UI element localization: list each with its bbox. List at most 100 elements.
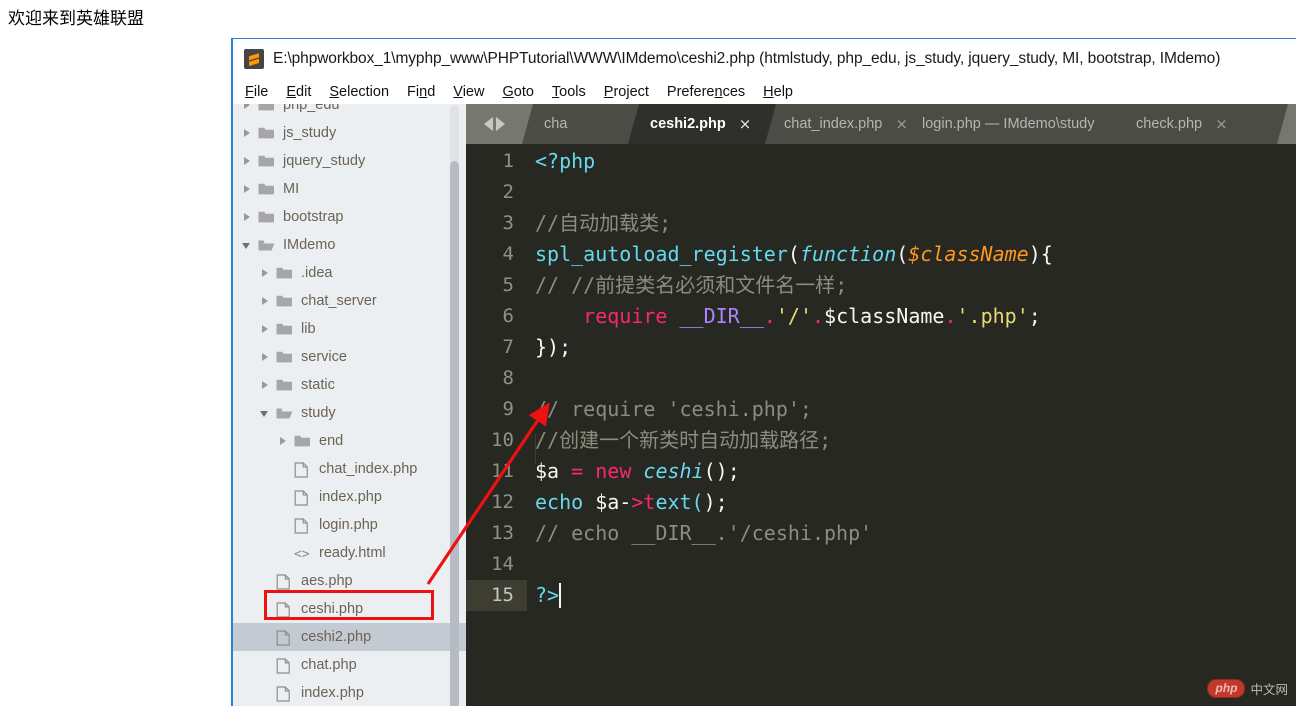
sidebar-item-lib[interactable]: lib (233, 315, 466, 343)
menu-find[interactable]: Find (407, 84, 435, 100)
chevron-down-icon[interactable] (242, 241, 252, 250)
sidebar-item-mi[interactable]: MI (233, 175, 466, 203)
sidebar-item-imdemo[interactable]: IMdemo (233, 231, 466, 259)
sidebar-item-label: index.php (301, 684, 364, 701)
chevron-right-icon[interactable] (261, 268, 270, 278)
chevron-right-icon[interactable] (279, 436, 288, 446)
sidebar-item-study[interactable]: study (233, 399, 466, 427)
menu-bar[interactable]: File Edit Selection Find View Goto Tools… (233, 79, 1296, 104)
tab-close-icon[interactable]: × (1215, 117, 1228, 132)
sidebar-item-chat-server[interactable]: chat_server (233, 287, 466, 315)
menu-tools[interactable]: Tools (552, 84, 586, 100)
code-line-10[interactable]: //创建一个新类时自动加载路径; (535, 425, 831, 456)
menu-goto[interactable]: Goto (502, 84, 533, 100)
sidebar-scrollbar-track[interactable] (450, 105, 459, 706)
tab-ceshi2-php[interactable]: ceshi2.php × (628, 104, 776, 144)
sidebar-scrollbar-thumb[interactable] (450, 161, 459, 706)
tab-chat-index-php[interactable]: chat_index.php × (762, 104, 914, 144)
code-token: $a (535, 459, 560, 483)
code-line-8[interactable] (535, 363, 547, 394)
code-line-6[interactable]: require __DIR__.'/'.$className.'.php'; (535, 301, 1041, 332)
sidebar-item-index-php[interactable]: index.php (233, 679, 466, 706)
tab-cha[interactable]: cha (522, 104, 642, 144)
sidebar-item-label: aes.php (301, 572, 353, 589)
sidebar-item-php-edu[interactable]: php_edu (233, 104, 466, 119)
sidebar-item-ceshi2-php[interactable]: ceshi2.php (233, 623, 466, 651)
sidebar-item-index-php[interactable]: index.php (233, 483, 466, 511)
file-icon (276, 657, 293, 674)
code-token: '/' (775, 304, 812, 328)
line-number-6: 6 (502, 305, 514, 327)
folder-icon (276, 266, 293, 281)
code-line-2[interactable] (535, 177, 547, 208)
code-token: function (799, 242, 897, 266)
tab-close-icon[interactable]: × (739, 117, 752, 132)
tab-close-icon[interactable]: × (895, 117, 908, 132)
line-number-11: 11 (491, 460, 514, 482)
sidebar-item-login-php[interactable]: login.php (233, 511, 466, 539)
menu-selection[interactable]: Selection (329, 84, 389, 100)
tab-label: cha (544, 116, 568, 132)
code-line-14[interactable] (535, 549, 547, 580)
chevron-right-icon[interactable] (261, 296, 270, 306)
text-caret (559, 583, 561, 608)
file-icon (276, 573, 293, 590)
tab-label: chat_index.php (784, 116, 883, 132)
menu-preferences[interactable]: Preferences (667, 84, 745, 100)
sidebar-item--idea[interactable]: .idea (233, 259, 466, 287)
code-line-5[interactable]: // //前提类名必须和文件名一样; (535, 270, 847, 301)
tab-check-php[interactable]: check.php × (1114, 104, 1242, 144)
code-line-1[interactable]: <?php (535, 146, 595, 177)
code-token: echo (535, 490, 584, 514)
chevron-right-icon[interactable] (243, 184, 252, 194)
code-area[interactable]: 1 2 3 4 5 6 7 8 9 10 11 12 13 14 15 <?php //自动加载类; spl_… (466, 144, 1296, 706)
tab-bar[interactable]: cha ceshi2.php × chat_index.php × login.php —… (466, 104, 1296, 144)
triangle-right-icon[interactable] (495, 117, 505, 131)
chevron-right-icon[interactable] (261, 380, 270, 390)
code-line-4[interactable]: spl_autoload_register(function($classNam… (535, 239, 1053, 270)
menu-help[interactable]: Help (763, 84, 793, 100)
sidebar-item-label: ceshi2.php (301, 628, 372, 645)
sidebar-item-jquery-study[interactable]: jquery_study (233, 147, 466, 175)
line-number-3: 3 (502, 212, 514, 234)
menu-project[interactable]: Project (604, 84, 649, 100)
chevron-right-icon[interactable] (261, 352, 270, 362)
code-lines[interactable]: <?php //自动加载类; spl_autoload_register(func… (527, 144, 1296, 706)
code-line-7[interactable]: }); (535, 332, 571, 363)
editor-pane: cha ceshi2.php × chat_index.php × login.php —… (466, 104, 1296, 706)
menu-view[interactable]: View (453, 84, 484, 100)
menu-edit[interactable]: Edit (286, 84, 311, 100)
sidebar-item-chat-php[interactable]: chat.php (233, 651, 466, 679)
sidebar-item-label: ready.html (319, 544, 386, 561)
menu-file[interactable]: File (245, 84, 268, 100)
chevron-right-icon[interactable] (243, 212, 252, 222)
spacer-icon (261, 689, 270, 698)
code-line-9[interactable]: // require 'ceshi.php'; (535, 394, 812, 425)
chevron-right-icon[interactable] (243, 128, 252, 138)
tab-login-php-imdemo-study[interactable]: login.php — IMdemo\study (900, 104, 1128, 144)
chevron-right-icon[interactable] (243, 104, 252, 110)
triangle-left-icon[interactable] (483, 117, 493, 131)
tab-navigation[interactable] (466, 104, 522, 144)
sidebar-item-ready-html[interactable]: <> ready.html (233, 539, 466, 567)
code-line-13[interactable]: // echo __DIR__.'/ceshi.php' (535, 518, 872, 549)
sidebar-item-label: php_edu (283, 104, 340, 113)
code-line-3[interactable]: //自动加载类; (535, 208, 671, 239)
folder-icon (258, 126, 275, 141)
chevron-down-icon[interactable] (260, 409, 270, 418)
chevron-right-icon[interactable] (261, 324, 270, 334)
folder-open-icon (258, 238, 275, 253)
line-number-gutter: 1 2 3 4 5 6 7 8 9 10 11 12 13 14 15 (466, 144, 527, 706)
folder-icon (276, 350, 293, 365)
code-line-12[interactable]: echo $a->text(); (535, 487, 728, 518)
sidebar-item-chat-index-php[interactable]: chat_index.php (233, 455, 466, 483)
sidebar-item-static[interactable]: static (233, 371, 466, 399)
sidebar-item-bootstrap[interactable]: bootstrap (233, 203, 466, 231)
code-token: $a- (583, 490, 632, 514)
sidebar-item-js-study[interactable]: js_study (233, 119, 466, 147)
sidebar-item-service[interactable]: service (233, 343, 466, 371)
sidebar-item-end[interactable]: end (233, 427, 466, 455)
code-line-15[interactable]: ?> (535, 580, 559, 611)
code-line-11[interactable]: $a = new ceshi(); (535, 456, 740, 487)
chevron-right-icon[interactable] (243, 156, 252, 166)
